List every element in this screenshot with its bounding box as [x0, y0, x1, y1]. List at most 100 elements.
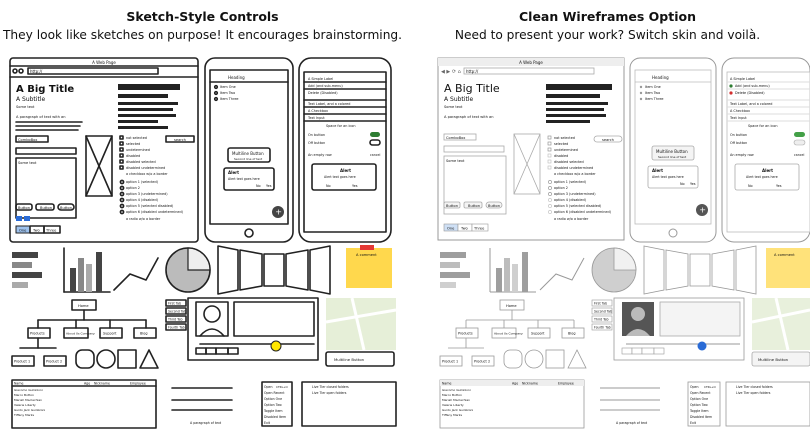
checkbox[interactable] [547, 165, 552, 170]
clean-tree-item[interactable]: Live Tier open folders [736, 391, 771, 395]
checkbox[interactable] [119, 141, 124, 146]
clean-vtab[interactable]: Third Tab [593, 318, 609, 322]
radio[interactable] [119, 203, 125, 209]
checkbox[interactable] [119, 159, 124, 164]
radio[interactable] [119, 209, 125, 215]
checkbox[interactable] [119, 165, 124, 170]
clean-text-input[interactable] [443, 145, 505, 153]
radio[interactable] [119, 191, 125, 197]
vtab[interactable]: Second Tab [168, 310, 186, 314]
phone-alert-no[interactable]: No [326, 184, 331, 188]
checkbox[interactable] [547, 153, 552, 158]
radio[interactable] [548, 210, 552, 214]
clean-menu-item: Disabled Item [690, 415, 712, 419]
checkbox[interactable] [547, 135, 552, 140]
forward-icon[interactable] [18, 68, 24, 74]
radio-label: option 4 (disabled) [126, 198, 159, 202]
radio[interactable] [548, 192, 552, 196]
subtitle-text: A Subtitle [16, 96, 45, 103]
menu-item[interactable]: Open [264, 385, 273, 389]
menu-item[interactable]: Open Recent [264, 391, 285, 395]
clean-toggle-on[interactable] [794, 132, 805, 137]
cancel-link[interactable]: cancel [370, 153, 380, 157]
alert-no[interactable]: No [256, 184, 261, 188]
video-player[interactable] [233, 301, 315, 337]
menu-item[interactable]: Option Two [264, 403, 282, 407]
radio-label: option 5 (selected disabled) [126, 204, 174, 208]
sketch-mockup-svg: A Web Page http:// A Big Title A Subtitl… [9, 57, 397, 429]
radio[interactable] [548, 180, 552, 184]
tree-item[interactable]: Live Tier closed folders [312, 385, 349, 389]
toggle-off[interactable] [369, 139, 381, 146]
radio[interactable] [119, 179, 125, 185]
menu-item[interactable]: Toggle Item [263, 409, 283, 413]
checkbox-label: selected [126, 142, 140, 146]
radio[interactable] [119, 197, 125, 203]
clean-alert-no[interactable]: No [680, 182, 685, 186]
menu-item[interactable]: Option One [264, 397, 282, 401]
checkbox[interactable] [547, 147, 552, 152]
phone-item[interactable]: Text Input [307, 116, 325, 120]
checkbox[interactable] [119, 135, 124, 140]
clean-alert-text: Alert text goes here [652, 175, 684, 179]
radio[interactable] [119, 185, 125, 191]
radio[interactable] [548, 186, 552, 190]
clean-comment: A comment [774, 253, 795, 257]
clean-flow-level2: Blog [568, 332, 576, 336]
clean-phone-item[interactable]: Add (and sub-menu) [735, 84, 770, 88]
clean-phone-item[interactable]: A Checkbox [730, 109, 750, 113]
checkbox[interactable] [119, 147, 124, 152]
caption: A paragraph of text [190, 421, 222, 425]
text-input[interactable] [15, 147, 77, 155]
clean-video-player[interactable] [659, 301, 741, 337]
url-field[interactable] [27, 67, 159, 75]
clean-alert-yes[interactable]: Yes [690, 182, 696, 186]
clean-phone-item[interactable]: Text Input [729, 116, 747, 120]
clean-toggle-off[interactable] [793, 139, 806, 146]
clean-radio-label: option 1 (selected) [554, 180, 587, 184]
vtab[interactable]: First Tab [168, 302, 181, 306]
clean-vtab[interactable]: Fourth Tab [594, 326, 611, 330]
clean-menu-item[interactable]: Exit [690, 421, 697, 425]
clean-table-row: Guido Jack Guilizzoni [442, 408, 473, 412]
clean-checkbox-label: disabled [554, 154, 568, 158]
phone-item[interactable]: Add (and sub-menu) [308, 84, 343, 88]
clean-mockup-svg: A Web Page ◀ ▶ ⟳ ⌂ http:// A Big Title A… [437, 57, 810, 429]
checkbox[interactable] [547, 141, 552, 146]
clean-tree-item[interactable]: Live Tier closed folders [736, 385, 773, 389]
clean-phone-alert-no[interactable]: No [748, 184, 753, 188]
radio[interactable] [548, 198, 552, 202]
clean-phone-alert-yes[interactable]: Yes [776, 184, 782, 188]
tree-item[interactable]: Live Tier open folders [312, 391, 347, 395]
checkbox[interactable] [119, 153, 124, 158]
clean-vtab[interactable]: First Tab [594, 302, 607, 306]
toggle-on[interactable] [370, 132, 380, 137]
radio[interactable] [548, 204, 552, 208]
multiline-bottom-label: Multiline Button [334, 357, 365, 362]
multiline-second: Second line of text [234, 157, 263, 161]
clean-menu-item[interactable]: Open [690, 385, 699, 389]
clean-menu-item[interactable]: Option Two [690, 403, 708, 407]
flow-level2: About Us Company [66, 332, 95, 336]
vtab[interactable]: Fourth Tab [168, 326, 185, 330]
phone-item[interactable]: A Checkbox [308, 109, 328, 113]
home-button[interactable] [244, 228, 254, 238]
comment-text: A comment [356, 253, 377, 257]
clean-menu-item[interactable]: Option One [690, 397, 708, 401]
menu-item[interactable]: Exit [264, 421, 271, 425]
clean-url-field[interactable] [463, 67, 595, 75]
clean-menu-item[interactable]: Toggle Item [689, 409, 709, 413]
clean-flow-level3: Product 1 [442, 360, 458, 364]
checkbox[interactable] [547, 159, 552, 164]
toggle-label: On button [308, 133, 325, 137]
clean-menu-item[interactable]: Open Recent [690, 391, 711, 395]
vtab[interactable]: Third Tab [167, 318, 183, 322]
clean-phone-alert-text: Alert text goes here [746, 175, 778, 179]
phone-alert-yes[interactable]: Yes [352, 184, 358, 188]
clean-cancel-link[interactable]: cancel [794, 153, 804, 157]
clean-media: First Tab Second Tab Third Tab Fourth Ta… [591, 297, 745, 361]
table-row: Valerie Liberty [14, 403, 36, 407]
alert-yes[interactable]: Yes [266, 184, 272, 188]
clean-vtab[interactable]: Second Tab [594, 310, 612, 314]
back-icon[interactable] [12, 68, 18, 74]
